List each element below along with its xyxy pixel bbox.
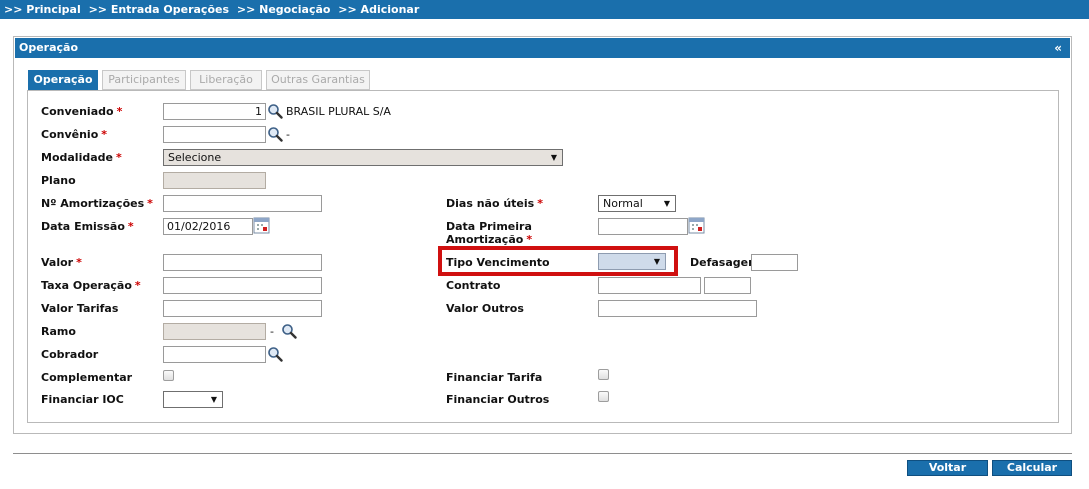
contrato-label: Contrato bbox=[446, 279, 501, 292]
calcular-button[interactable]: Calcular bbox=[992, 460, 1072, 476]
divider bbox=[13, 453, 1072, 454]
breadcrumb-adicionar: >> Adicionar bbox=[338, 3, 420, 16]
financiar-outros-checkbox[interactable] bbox=[598, 391, 609, 402]
voltar-button[interactable]: Voltar bbox=[907, 460, 988, 476]
defasagem-label: Defasagem bbox=[690, 256, 760, 269]
data-primeira-amortizacao-label: Data Primeira Amortização * bbox=[446, 220, 533, 246]
conveniado-input[interactable]: 1 bbox=[163, 103, 266, 120]
valor-outros-input[interactable] bbox=[598, 300, 757, 317]
financiar-tarifa-checkbox[interactable] bbox=[598, 369, 609, 380]
tab-liberacao[interactable]: Liberação bbox=[190, 70, 262, 90]
dias-nao-uteis-label: Dias não úteis * bbox=[446, 197, 543, 210]
plano-label: Plano bbox=[41, 174, 76, 187]
financiar-ioc-select[interactable]: ▼ bbox=[163, 391, 223, 408]
modalidade-select[interactable]: Selecione ▼ bbox=[163, 149, 563, 166]
taxa-operacao-label: Taxa Operação * bbox=[41, 279, 141, 292]
tab-outras-garantias[interactable]: Outras Garantias bbox=[266, 70, 370, 90]
contrato-input-2[interactable] bbox=[704, 277, 751, 294]
taxa-operacao-input[interactable] bbox=[163, 277, 322, 294]
tipo-vencimento-select[interactable]: ▼ bbox=[598, 253, 666, 270]
cobrador-search-icon[interactable] bbox=[267, 346, 283, 362]
convenio-search-icon[interactable] bbox=[267, 126, 283, 142]
ramo-input bbox=[163, 323, 266, 340]
breadcrumb-negociacao[interactable]: >> Negociação bbox=[237, 3, 331, 16]
amortizacoes-label: Nº Amortizações * bbox=[41, 197, 153, 210]
defasagem-input[interactable] bbox=[751, 254, 798, 271]
chevron-down-icon: ▼ bbox=[550, 153, 557, 162]
data-emissao-label: Data Emissão * bbox=[41, 220, 134, 233]
ramo-search-icon[interactable] bbox=[281, 323, 297, 339]
modalidade-value: Selecione bbox=[168, 151, 222, 164]
ramo-label: Ramo bbox=[41, 325, 76, 338]
complementar-label: Complementar bbox=[41, 371, 133, 384]
conveniado-search-icon[interactable] bbox=[267, 103, 283, 119]
ramo-description: - bbox=[270, 325, 274, 338]
contrato-input[interactable] bbox=[598, 277, 701, 294]
valor-input[interactable] bbox=[163, 254, 322, 271]
valor-outros-label: Valor Outros bbox=[446, 302, 524, 315]
chevron-down-icon: ▼ bbox=[653, 257, 660, 266]
convenio-label: Convênio * bbox=[41, 128, 108, 141]
breadcrumb: >> Principal >> Entrada Operações >> Neg… bbox=[0, 0, 1089, 19]
convenio-description: - bbox=[286, 128, 290, 141]
chevron-down-icon: ▼ bbox=[663, 199, 670, 208]
calendar-icon[interactable] bbox=[253, 217, 270, 234]
cobrador-label: Cobrador bbox=[41, 348, 99, 361]
modalidade-label: Modalidade * bbox=[41, 151, 122, 164]
cobrador-input[interactable] bbox=[163, 346, 266, 363]
collapse-icon[interactable]: « bbox=[1054, 38, 1062, 58]
data-primeira-amortizacao-input[interactable] bbox=[598, 218, 688, 235]
financiar-ioc-label: Financiar IOC bbox=[41, 393, 124, 406]
panel-header: Operação « bbox=[15, 38, 1070, 58]
financiar-outros-label: Financiar Outros bbox=[446, 393, 550, 406]
tipo-vencimento-label: Tipo Vencimento bbox=[446, 256, 550, 269]
data-emissao-input[interactable]: 01/02/2016 bbox=[163, 218, 253, 235]
plano-input bbox=[163, 172, 266, 189]
chevron-down-icon: ▼ bbox=[210, 395, 217, 404]
tab-participantes[interactable]: Participantes bbox=[102, 70, 186, 90]
breadcrumb-principal[interactable]: >> Principal bbox=[4, 3, 81, 16]
calendar-icon[interactable] bbox=[688, 217, 705, 234]
dias-nao-uteis-select[interactable]: Normal ▼ bbox=[598, 195, 676, 212]
financiar-tarifa-label: Financiar Tarifa bbox=[446, 371, 543, 384]
dias-nao-uteis-value: Normal bbox=[603, 197, 643, 210]
convenio-input[interactable] bbox=[163, 126, 266, 143]
panel-title: Operação bbox=[19, 41, 79, 54]
valor-tarifas-input[interactable] bbox=[163, 300, 322, 317]
amortizacoes-input[interactable] bbox=[163, 195, 322, 212]
breadcrumb-entrada-operacoes[interactable]: >> Entrada Operações bbox=[89, 3, 229, 16]
conveniado-description: BRASIL PLURAL S/A bbox=[286, 105, 391, 118]
complementar-checkbox[interactable] bbox=[163, 370, 174, 381]
conveniado-label: Conveniado * bbox=[41, 105, 123, 118]
valor-label: Valor * bbox=[41, 256, 82, 269]
tab-operacao[interactable]: Operação bbox=[28, 70, 98, 90]
valor-tarifas-label: Valor Tarifas bbox=[41, 302, 119, 315]
